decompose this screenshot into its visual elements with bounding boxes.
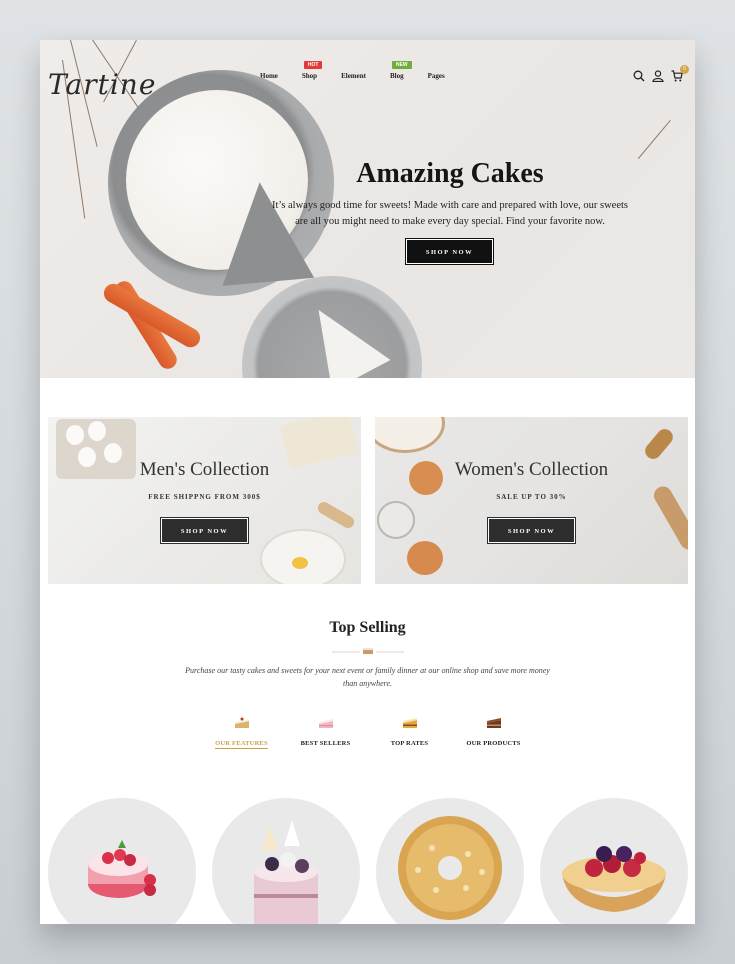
womens-collection-banner[interactable]: Women's Collection SALE UP TO 30% SHOP N… bbox=[375, 417, 688, 584]
section-title: Top Selling bbox=[329, 619, 406, 636]
hot-badge: HOT bbox=[303, 61, 323, 69]
tab-top-rates[interactable]: TOP RATES bbox=[376, 712, 444, 750]
layer-cake-icon bbox=[376, 712, 444, 732]
cake-divider-icon bbox=[328, 642, 408, 654]
product-card[interactable] bbox=[212, 798, 360, 924]
egg bbox=[88, 421, 106, 441]
tab-our-features[interactable]: OUR FEATURES bbox=[208, 712, 276, 750]
product-card[interactable] bbox=[376, 798, 524, 924]
hero-banner: Tartine Home HOT Shop Element NEW Blog Pag… bbox=[40, 40, 695, 378]
sieve bbox=[377, 501, 415, 539]
product-card[interactable] bbox=[48, 798, 196, 924]
flour-bowl bbox=[375, 417, 445, 453]
honey-dipper bbox=[641, 425, 677, 463]
logo[interactable]: Tartine bbox=[48, 68, 156, 101]
hero-subtitle: It’s always good time for sweets! Made w… bbox=[271, 200, 628, 227]
main-nav: Home HOT Shop Element NEW Blog Pages bbox=[260, 61, 469, 80]
tab-best-sellers[interactable]: BEST SELLERS bbox=[292, 712, 360, 750]
mens-collection-banner[interactable]: Men's Collection FREE SHIPPNG FROM 300$ … bbox=[48, 417, 361, 584]
nut-donut-image bbox=[398, 816, 502, 920]
new-badge: NEW bbox=[391, 61, 412, 69]
mens-shop-now-button[interactable]: SHOP NOW bbox=[160, 517, 249, 544]
egg bbox=[407, 541, 443, 575]
tab-label: TOP RATES bbox=[390, 740, 429, 747]
nav-label: Element bbox=[341, 72, 366, 80]
womens-shop-now-button[interactable]: SHOP NOW bbox=[487, 517, 576, 544]
egg-yolk bbox=[292, 557, 308, 569]
berry-tart-image bbox=[562, 846, 666, 912]
user-icon[interactable] bbox=[652, 70, 664, 82]
nav-label: Pages bbox=[427, 72, 445, 80]
nav-pages[interactable]: Pages bbox=[428, 72, 445, 80]
layered-cake-image bbox=[254, 820, 318, 924]
nav-element[interactable]: Element bbox=[341, 72, 366, 80]
banner-subtitle: FREE SHIPPNG FROM 300$ bbox=[148, 493, 261, 501]
chocolate-cake-icon bbox=[460, 712, 528, 732]
tab-label: BEST SELLERS bbox=[300, 740, 351, 747]
search-icon[interactable] bbox=[633, 70, 645, 82]
hero-shop-now-button[interactable]: SHOP NOW bbox=[405, 238, 494, 265]
tab-label: OUR FEATURES bbox=[215, 740, 268, 749]
tab-our-products[interactable]: OUR PRODUCTS bbox=[460, 712, 528, 750]
banner-subtitle: SALE UP TO 30% bbox=[496, 493, 567, 501]
wooden-spoon bbox=[315, 499, 357, 531]
nav-label: Shop bbox=[301, 72, 318, 80]
banner-title: Women's Collection bbox=[454, 459, 609, 480]
nav-blog[interactable]: NEW Blog bbox=[389, 61, 412, 80]
cart-count-badge: 0 bbox=[680, 65, 689, 74]
cart-icon[interactable]: 0 bbox=[671, 65, 689, 82]
nav-label: Blog bbox=[389, 72, 404, 80]
raspberry-cake-image bbox=[88, 840, 156, 898]
cake-slice-icon bbox=[208, 712, 276, 732]
egg bbox=[66, 425, 84, 445]
tab-label: OUR PRODUCTS bbox=[466, 740, 521, 747]
product-tabs: OUR FEATURES BEST SELLERS TOP RATES OUR … bbox=[40, 712, 695, 750]
header-icons: 0 bbox=[633, 65, 689, 82]
page: Tartine Home HOT Shop Element NEW Blog Pag… bbox=[40, 40, 695, 924]
decor-twig bbox=[637, 120, 671, 159]
section-description: Purchase our tasty cakes and sweets for … bbox=[185, 666, 550, 688]
nav-shop[interactable]: HOT Shop bbox=[301, 61, 323, 80]
banner-title: Men's Collection bbox=[139, 459, 270, 480]
cake-cut-gap bbox=[213, 178, 315, 286]
pink-cake-icon bbox=[292, 712, 360, 732]
hero-title: Amazing Cakes bbox=[356, 158, 544, 189]
product-card[interactable] bbox=[540, 798, 688, 924]
